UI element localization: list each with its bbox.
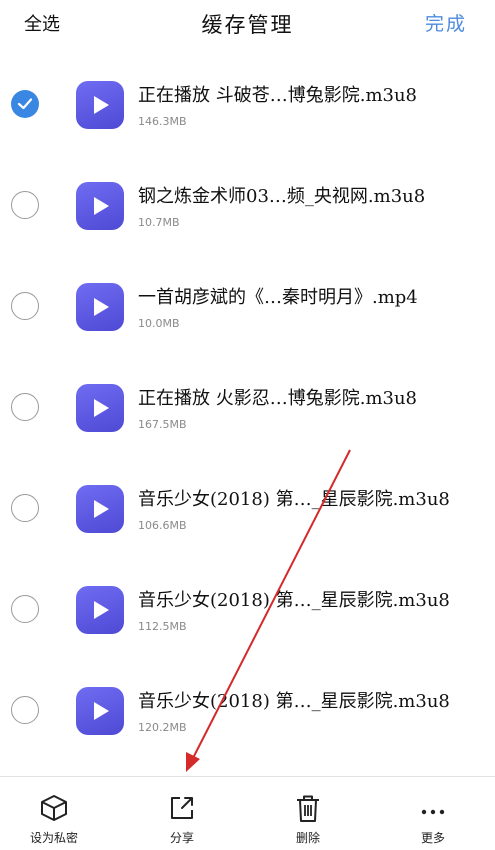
file-size: 167.5MB (138, 418, 187, 431)
file-size: 146.3MB (138, 115, 187, 128)
list-item[interactable]: 钢之炼金术师03…频_央视网.m3u8 10.7MB (0, 153, 495, 254)
file-name: 一首胡彦斌的《…秦时明月》.mp4 (138, 287, 418, 308)
bottom-toolbar: 设为私密 分享 删除 更多 (0, 776, 495, 850)
checkbox[interactable] (11, 393, 39, 421)
more-label: 更多 (420, 831, 445, 845)
delete-button[interactable]: 删除 (258, 777, 358, 850)
file-name: 音乐少女(2018) 第…_星辰影院.m3u8 (138, 691, 450, 712)
checkbox[interactable] (11, 90, 39, 118)
file-name: 音乐少女(2018) 第…_星辰影院.m3u8 (138, 590, 450, 611)
video-file-icon (76, 384, 124, 432)
video-file-icon (76, 586, 124, 634)
video-file-icon (76, 283, 124, 331)
video-file-icon (76, 687, 124, 735)
file-size: 120.2MB (138, 721, 187, 734)
list-item[interactable]: 音乐少女(2018) 第…_星辰影院.m3u8 106.6MB (0, 456, 495, 557)
file-name: 钢之炼金术师03…频_央视网.m3u8 (138, 186, 426, 207)
delete-label: 删除 (295, 831, 320, 845)
share-button[interactable]: 分享 (132, 777, 232, 850)
checkbox[interactable] (11, 191, 39, 219)
file-size: 10.7MB (138, 216, 180, 229)
file-list: 正在播放 斗破苍…博兔影院.m3u8 146.3MB 钢之炼金术师03…频_央视… (0, 52, 495, 759)
checkmark-icon (17, 98, 33, 110)
file-size: 112.5MB (138, 620, 187, 633)
share-label: 分享 (169, 831, 194, 845)
list-item[interactable]: 正在播放 斗破苍…博兔影院.m3u8 146.3MB (0, 52, 495, 153)
more-button[interactable]: 更多 (383, 777, 483, 850)
video-file-icon (76, 485, 124, 533)
set-private-button[interactable]: 设为私密 (4, 777, 104, 850)
video-file-icon (76, 182, 124, 230)
video-file-icon (76, 81, 124, 129)
share-icon (171, 797, 193, 819)
file-name: 正在播放 斗破苍…博兔影院.m3u8 (138, 85, 418, 106)
file-name: 音乐少女(2018) 第…_星辰影院.m3u8 (138, 489, 450, 510)
page-title: 缓存管理 (201, 13, 294, 37)
checkbox[interactable] (11, 696, 39, 724)
list-item[interactable]: 音乐少女(2018) 第…_星辰影院.m3u8 120.2MB (0, 658, 495, 759)
list-item[interactable]: 音乐少女(2018) 第…_星辰影院.m3u8 112.5MB (0, 557, 495, 658)
file-name: 正在播放 火影忍…博兔影院.m3u8 (138, 388, 418, 409)
checkbox[interactable] (11, 494, 39, 522)
checkbox[interactable] (11, 595, 39, 623)
list-item[interactable]: 正在播放 火影忍…博兔影院.m3u8 167.5MB (0, 355, 495, 456)
done-button[interactable]: 完成 (425, 9, 467, 36)
trash-icon (297, 795, 319, 822)
file-size: 10.0MB (138, 317, 180, 330)
header: 全选 缓存管理 完成 (0, 0, 495, 44)
file-size: 106.6MB (138, 519, 187, 532)
box-icon (41, 795, 67, 821)
checkbox[interactable] (11, 292, 39, 320)
list-item[interactable]: 一首胡彦斌的《…秦时明月》.mp4 10.0MB (0, 254, 495, 355)
set-private-label: 设为私密 (29, 831, 78, 845)
more-icon (421, 809, 445, 815)
